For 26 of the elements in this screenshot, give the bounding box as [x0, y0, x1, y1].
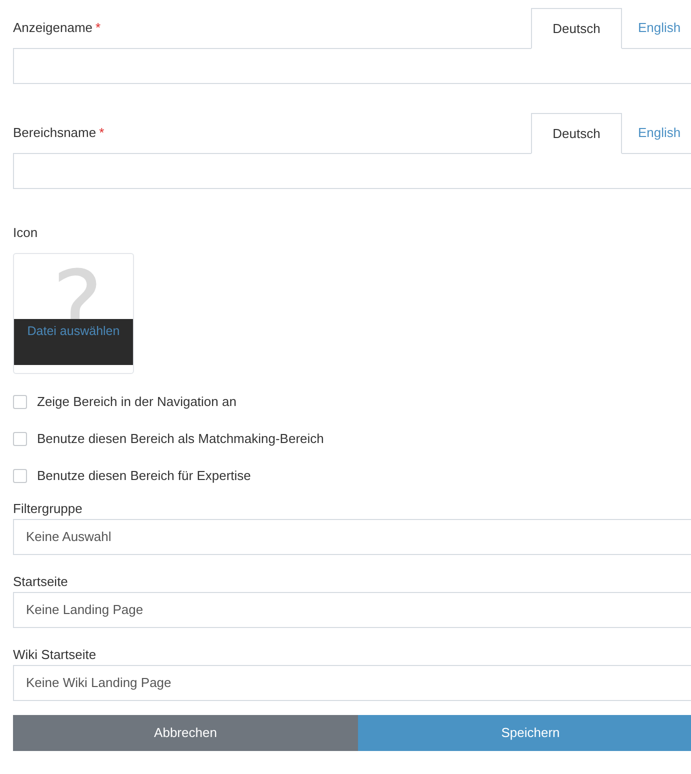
checkbox-label: Benutze diesen Bereich für Expertise — [37, 466, 251, 485]
field-label: Bereichsname — [13, 124, 96, 140]
text-field[interactable] — [13, 48, 691, 84]
language-tab[interactable]: Deutsch — [531, 8, 622, 49]
checkbox-label: Benutze diesen Bereich als Matchmaking-Bereich — [37, 430, 324, 448]
select-field[interactable]: Keine Landing Page — [13, 592, 691, 628]
field-label: Anzeigename — [13, 20, 92, 34]
save-button[interactable]: Speichern — [358, 714, 691, 750]
required-mark: * — [99, 124, 104, 140]
select-field[interactable]: Keine Auswahl — [13, 518, 691, 554]
text-field[interactable] — [13, 153, 691, 189]
cancel-button[interactable]: Abbrechen — [13, 714, 358, 750]
field-label: Icon — [13, 224, 38, 242]
checkbox[interactable] — [13, 468, 27, 482]
checkbox[interactable] — [13, 394, 27, 408]
language-tab[interactable]: English — [622, 113, 691, 153]
checkbox-label: Zeige Bereich in der Navigation an — [37, 392, 236, 411]
field-label: Wiki Startseite — [13, 646, 96, 664]
field-label: Filtergruppe — [13, 500, 82, 518]
field-label: Startseite — [13, 572, 68, 590]
select-field[interactable]: Keine Wiki Landing Page — [13, 664, 691, 700]
checkbox[interactable] — [13, 432, 27, 446]
language-tab[interactable]: Deutsch — [531, 113, 622, 154]
required-mark: * — [96, 20, 101, 34]
language-tab[interactable]: English — [622, 8, 691, 48]
upload-overlay[interactable]: Datei auswählen — [14, 318, 133, 364]
